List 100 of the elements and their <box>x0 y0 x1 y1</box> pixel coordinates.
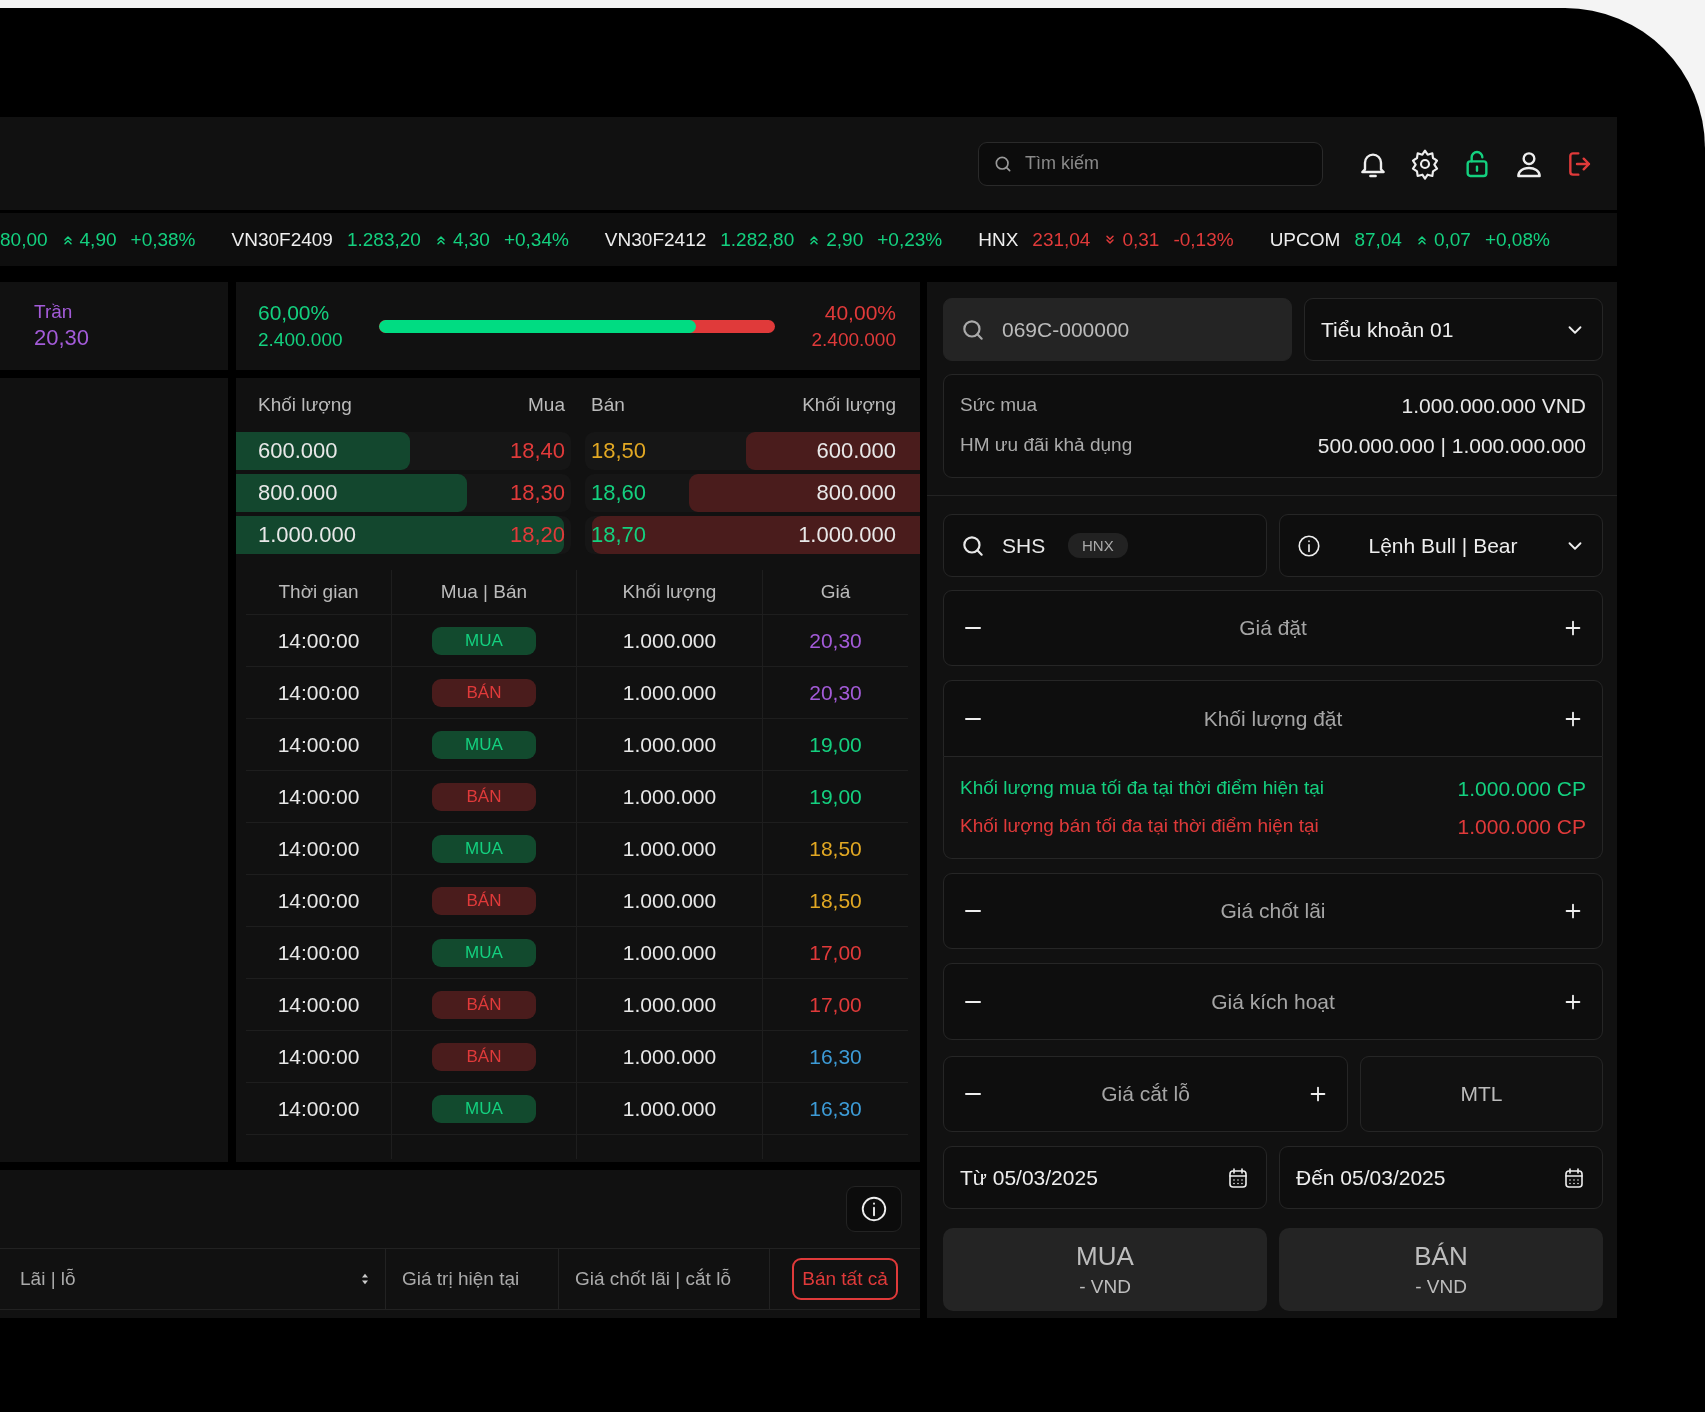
calendar-icon <box>1226 1165 1250 1190</box>
symbol-search-field[interactable]: SHS HNX <box>943 514 1267 577</box>
trade-time: 14:00:00 <box>277 992 360 1017</box>
stop-loss-input[interactable]: Giá cắt lỗ <box>1002 1081 1289 1107</box>
sell-percent: 40,00% <box>824 301 896 325</box>
take-profit-input[interactable]: Giá chốt lãi <box>1002 898 1544 924</box>
ask-volume: 1.000.000 <box>798 522 896 548</box>
minus-icon <box>964 1093 982 1095</box>
bid-volume: 1.000.000 <box>258 522 356 548</box>
quantity-input[interactable]: Khối lượng đặt <box>1002 705 1544 732</box>
sub-account-dropdown[interactable]: Tiểu khoản 01 <box>1304 298 1603 361</box>
index-percent: +0,34% <box>503 228 569 251</box>
column-header: Khối lượng <box>802 394 896 416</box>
trade-time: 14:00:00 <box>277 680 360 705</box>
max-volume-value: 1.000.000 CP <box>1457 776 1586 801</box>
trade-time: 14:00:00 <box>277 940 360 965</box>
column-header: Lãi | lỗ <box>20 1268 76 1290</box>
trade-price: 20,30 <box>809 628 862 653</box>
index-percent: +0,23% <box>877 228 943 251</box>
trade-time: 14:00:00 <box>277 888 360 913</box>
info-label: Sức mua <box>960 394 1038 417</box>
trade-price: 18,50 <box>809 888 862 913</box>
buy-badge: MUA <box>432 1094 536 1123</box>
buy-volume: 2.400.000 <box>258 329 343 351</box>
trade-price: 20,30 <box>809 680 862 705</box>
column-header: Giá chốt lãi | cắt lỗ <box>575 1268 731 1290</box>
trade-price: 19,00 <box>809 784 862 809</box>
symbol-input[interactable]: SHS <box>1000 532 1054 559</box>
stepper-field[interactable]: Giá cắt lỗ <box>943 1056 1348 1132</box>
sell-all-button[interactable]: Bán tất cả <box>792 1258 898 1300</box>
ask-price: 18,50 <box>591 438 647 464</box>
column-header: Khối lượng <box>258 394 352 416</box>
account-input[interactable]: 069C-000000 <box>1000 316 1275 343</box>
trade-volume: 1.000.000 <box>622 628 717 653</box>
max-buy-label: Khối lượng mua tối đa tại thời điểm hiện tại <box>960 776 1324 800</box>
bid-volume: 600.000 <box>258 438 338 464</box>
sell-badge: BÁN <box>432 1042 536 1071</box>
stepper-field[interactable]: Giá đặt <box>943 590 1603 666</box>
stepper-field[interactable]: Khối lượng đặt <box>943 680 1603 757</box>
minus-icon <box>964 1000 982 1003</box>
trigger-price-input[interactable]: Giá kích hoạt <box>1002 988 1544 1015</box>
calendar-icon <box>1562 1165 1586 1190</box>
mtl-button[interactable]: MTL <box>1360 1056 1603 1132</box>
to-date-field[interactable]: Đến 05/03/2025 <box>1279 1146 1603 1209</box>
trade-price: 16,30 <box>809 1096 862 1121</box>
trade-volume: 1.000.000 <box>622 1096 717 1121</box>
info-icon <box>859 1194 889 1224</box>
info-label: HM ưu đãi khả dụng <box>960 434 1133 457</box>
info-value: 500.000.000 | 1.000.000.000 <box>1317 434 1586 458</box>
column-header: Khối lượng <box>622 581 717 603</box>
index-price: 1.283,20 <box>346 228 421 251</box>
from-date-field[interactable]: Từ 05/03/2025 <box>943 1146 1267 1209</box>
account-search-field[interactable]: 069C-000000 <box>943 298 1292 361</box>
buy-button[interactable]: MUA - VND <box>943 1228 1267 1311</box>
search-field[interactable]: Tìm kiếm <box>978 141 1323 186</box>
trade-volume: 1.000.000 <box>622 680 717 705</box>
index-price: 87,04 <box>1354 228 1402 251</box>
sell-badge: BÁN <box>432 886 536 915</box>
index-name: VN30F2412 <box>604 228 707 251</box>
ask-price: 18,60 <box>591 480 647 506</box>
trade-price: 19,00 <box>809 732 862 757</box>
trade-time: 14:00:00 <box>277 784 360 809</box>
trade-price: 17,00 <box>809 940 862 965</box>
trade-time: 14:00:00 <box>277 1096 360 1121</box>
info-button[interactable] <box>846 1186 902 1232</box>
info-value: 1.000.000.000 VND <box>1401 394 1586 418</box>
trade-price: 16,30 <box>809 1044 862 1069</box>
index-percent: +0,08% <box>1484 228 1550 251</box>
column-header: Thời gian <box>278 581 359 603</box>
sell-button[interactable]: BÁN - VND <box>1279 1228 1603 1311</box>
buy-badge: MUA <box>432 938 536 967</box>
max-volume-value: 1.000.000 CP <box>1457 814 1586 839</box>
max-sell-label: Khối lượng bán tối đa tại thời điểm hiện tại <box>960 814 1319 838</box>
index-change: 0,07 <box>1433 228 1471 251</box>
index-change: 2,90 <box>826 228 864 251</box>
price-input[interactable]: Giá đặt <box>1002 615 1544 641</box>
index-percent: +0,38% <box>130 228 196 251</box>
stepper-field[interactable]: Giá kích hoạt <box>943 963 1603 1040</box>
minus-icon <box>964 717 982 720</box>
stepper-field[interactable]: Giá chốt lãi <box>943 873 1603 949</box>
order-type-dropdown[interactable]: Lệnh Bull | Bear <box>1279 514 1603 577</box>
index-name: HNX <box>978 228 1019 251</box>
settings-icon[interactable] <box>1409 147 1441 180</box>
trade-volume: 1.000.000 <box>622 732 717 757</box>
trade-price: 17,00 <box>809 992 862 1017</box>
index-name: VN30F2409 <box>231 228 333 251</box>
trade-volume: 1.000.000 <box>622 940 717 965</box>
trade-time: 14:00:00 <box>277 1044 360 1069</box>
ask-volume: 600.000 <box>816 438 896 464</box>
column-header: Bán <box>591 394 625 416</box>
buy-badge: MUA <box>432 834 536 863</box>
minus-icon <box>964 627 982 629</box>
column-header: Mua | Bán <box>440 581 528 603</box>
ceiling-label: Trần <box>34 301 74 323</box>
search-input[interactable]: Tìm kiếm <box>1023 152 1308 175</box>
bid-volume: 800.000 <box>258 480 338 506</box>
ceiling-price: 20,30 <box>34 325 91 351</box>
trade-price: 18,50 <box>809 836 862 861</box>
buy-badge: MUA <box>432 626 536 655</box>
ask-price: 18,70 <box>591 522 647 548</box>
